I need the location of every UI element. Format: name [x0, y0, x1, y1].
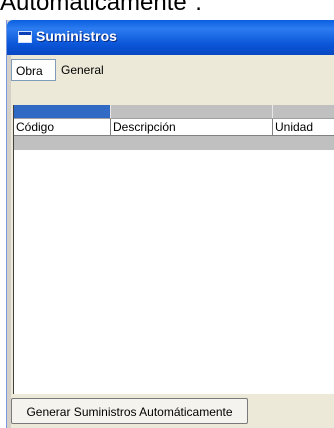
column-header-descripcion[interactable]: Descripción — [111, 119, 273, 135]
window-title: Suministros — [36, 28, 117, 44]
title-bar[interactable]: Suministros — [7, 20, 334, 55]
tab-obra[interactable]: Obra — [11, 59, 56, 81]
grid-header-row: Código Descripción Unidad — [14, 119, 334, 136]
generate-suministros-button[interactable]: Generar Suministros Automáticamente — [11, 398, 248, 424]
tab-bar: Obra General — [11, 59, 334, 83]
column-header-unidad[interactable]: Unidad — [273, 119, 334, 135]
column-header-codigo[interactable]: Código — [14, 119, 111, 135]
band-separator — [110, 105, 111, 118]
tab-general[interactable]: General — [57, 59, 115, 81]
caption-text: Automáticamente". — [0, 0, 202, 16]
suministros-grid[interactable]: Código Descripción Unidad — [13, 105, 334, 394]
grid-top-band — [14, 105, 334, 119]
selected-column-indicator — [14, 105, 110, 118]
window-icon — [18, 31, 32, 43]
table-row[interactable] — [14, 136, 334, 150]
window-body: Obra General Código Descripción Unidad G… — [11, 55, 334, 428]
suministros-window: Suministros Obra General Código Descripc… — [6, 20, 334, 428]
band-separator — [272, 105, 273, 118]
